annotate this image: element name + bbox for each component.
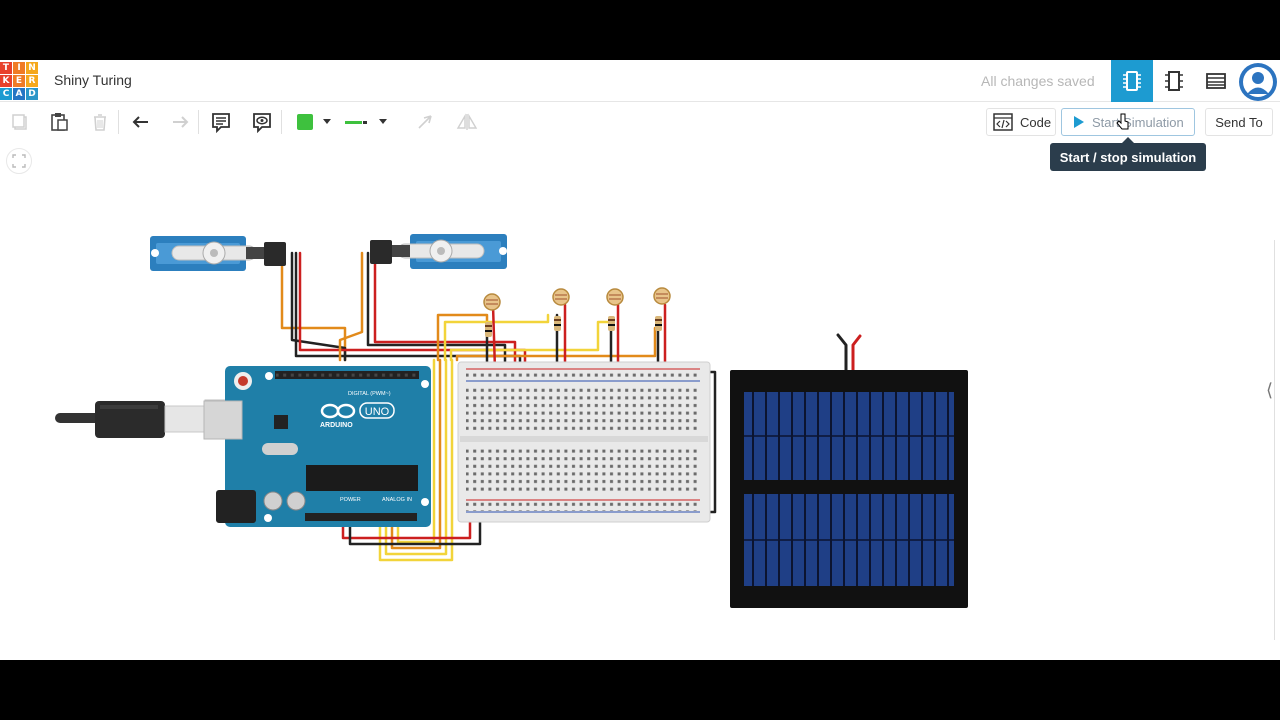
toolbar-separator [118, 110, 119, 134]
logo-letter: E [13, 75, 25, 87]
arduino-uno[interactable]: UNO ARDUINO DIGITAL (PWM~) POWER ANALOG … [203, 366, 431, 527]
logo-letter: I [13, 62, 25, 74]
panel-divider [1274, 240, 1275, 640]
logo-letter: K [0, 75, 12, 87]
logo-letter: D [26, 88, 38, 100]
hand-cursor-icon [1116, 113, 1129, 130]
note-icon [212, 113, 230, 133]
code-editor-icon [993, 113, 1013, 131]
logo-letter: A [13, 88, 25, 100]
arduino-digital-label: DIGITAL (PWM~) [348, 391, 391, 397]
servo-right[interactable] [370, 234, 507, 269]
arduino-brand-label: ARDUINO [320, 422, 353, 429]
paste-button[interactable] [45, 108, 73, 136]
table-icon [1206, 73, 1226, 89]
fit-to-view-icon [12, 154, 26, 168]
collapse-panel-icon[interactable]: ⟨ [1266, 380, 1273, 401]
trash-icon [94, 114, 106, 131]
flip-icon [456, 113, 478, 130]
copy-button[interactable] [6, 108, 34, 136]
breadboard[interactable] [457, 361, 711, 523]
color-swatch [297, 114, 313, 130]
usb-cable[interactable] [55, 399, 228, 438]
logo-letter: T [0, 62, 12, 74]
photoresistor-1[interactable] [483, 293, 501, 311]
servo-left[interactable] [150, 236, 286, 271]
chevron-down-icon [379, 119, 387, 124]
simulation-tooltip: Start / stop simulation [1050, 137, 1206, 171]
toolbar-separator [198, 110, 199, 134]
arduino-analog-label: ANALOG IN [382, 497, 412, 503]
chevron-down-icon [323, 119, 331, 124]
chip-icon [1123, 71, 1141, 91]
notes-button[interactable] [207, 108, 235, 136]
project-title[interactable]: Shiny Turing [54, 72, 132, 88]
paste-icon [51, 113, 68, 131]
code-button[interactable]: Code [986, 108, 1056, 136]
color-picker[interactable] [290, 108, 338, 136]
send-to-button[interactable]: Send To [1205, 108, 1273, 136]
fit-view-button[interactable] [6, 148, 32, 174]
redo-icon [173, 116, 189, 128]
resistor-4[interactable] [655, 316, 662, 331]
user-icon [1240, 64, 1276, 100]
arduino-power-label: POWER [340, 497, 361, 503]
circuit-view-button[interactable] [1111, 60, 1153, 102]
wire-icon [345, 121, 367, 124]
copy-icon [12, 114, 27, 130]
resistor-3[interactable] [608, 316, 615, 331]
photoresistor-4[interactable] [653, 287, 671, 305]
logo-letter: C [0, 88, 12, 100]
start-simulation-label: Start Simulation [1092, 114, 1184, 130]
toolbar: Code Start Simulation Send To [0, 102, 1280, 140]
top-bar: TIN KER CAD Shiny Turing All changes sav… [0, 60, 1280, 102]
save-status: All changes saved [981, 73, 1095, 89]
component-list-button[interactable] [1195, 60, 1237, 102]
schematic-icon [1165, 71, 1183, 91]
user-avatar[interactable] [1239, 63, 1277, 101]
rotate-icon [418, 115, 432, 129]
code-button-label: Code [1020, 114, 1052, 130]
schematic-view-button[interactable] [1153, 60, 1195, 102]
flip-button[interactable] [453, 108, 481, 136]
rotate-button[interactable] [411, 108, 439, 136]
toggle-notes-button[interactable] [248, 108, 276, 136]
logo-letter: N [26, 62, 38, 74]
logo-letter: R [26, 75, 38, 87]
toolbar-separator [281, 110, 282, 134]
delete-button[interactable] [86, 108, 114, 136]
photoresistor-2[interactable] [552, 288, 570, 306]
speech-eye-icon [253, 113, 271, 133]
play-icon [1074, 116, 1084, 128]
tinkercad-logo[interactable]: TIN KER CAD [0, 62, 38, 100]
arduino-model-label: UNO [365, 406, 390, 418]
tinkercad-editor: UNO ARDUINO DIGITAL (PWM~) POWER ANALOG … [0, 60, 1280, 660]
undo-button[interactable] [127, 108, 155, 136]
resistor-1[interactable] [485, 322, 492, 337]
photoresistor-3[interactable] [606, 288, 624, 306]
wire-type-picker[interactable] [345, 108, 401, 136]
redo-button[interactable] [166, 108, 194, 136]
undo-icon [132, 116, 148, 128]
solar-panel[interactable] [730, 370, 968, 608]
resistor-2[interactable] [554, 316, 561, 331]
